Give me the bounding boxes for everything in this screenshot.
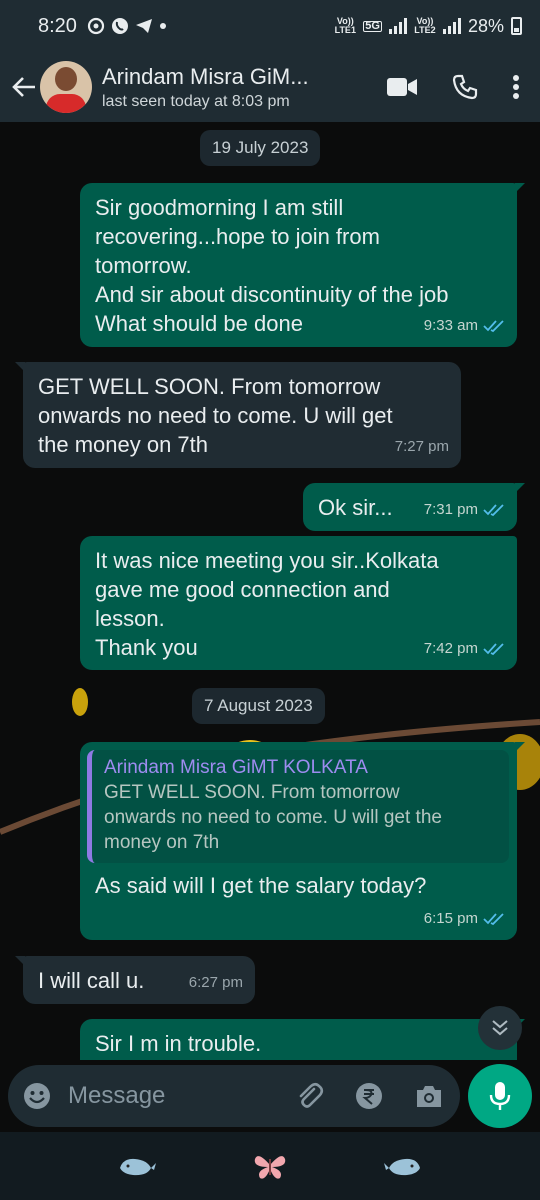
- voice-call-icon[interactable]: [452, 74, 478, 100]
- message-incoming[interactable]: I will call u. 6:27 pm: [15, 956, 255, 1004]
- telegram-icon: [135, 19, 152, 33]
- video-call-icon[interactable]: [386, 76, 418, 98]
- read-receipt-icon: [483, 642, 504, 655]
- message-outgoing[interactable]: Ok sir... 7:31 pm: [303, 483, 525, 531]
- message-incoming[interactable]: GET WELL SOON. From tomorrow onwards no …: [15, 362, 461, 468]
- message-time: 6:15 pm: [423, 910, 478, 927]
- attach-icon[interactable]: [294, 1081, 324, 1111]
- message-outgoing[interactable]: Sir goodmorning I am still recovering...…: [80, 183, 525, 347]
- sim2-label: Vo)) LTE2: [414, 16, 436, 35]
- read-receipt-icon: [483, 503, 504, 516]
- quoted-sender: Arindam Misra GiMT KOLKATA: [104, 757, 368, 778]
- message-outgoing-reply[interactable]: Arindam Misra GiMT KOLKATA GET WELL SOON…: [80, 742, 525, 940]
- message-time: 6:27 pm: [188, 974, 243, 991]
- signal-icon: [388, 18, 407, 34]
- voice-message-button[interactable]: [468, 1064, 532, 1128]
- signal2-icon: [442, 18, 461, 34]
- network-label: 5G: [363, 19, 382, 32]
- message-time: 9:33 am: [423, 317, 478, 334]
- avatar[interactable]: [40, 61, 92, 113]
- butterfly-icon[interactable]: [252, 1151, 288, 1181]
- chat-area[interactable]: 19 July 2023 Sir goodmorning I am still …: [0, 122, 540, 1060]
- contact-name: Arindam Misra GiM...: [102, 63, 309, 89]
- double-chevron-down-icon: [492, 1020, 508, 1036]
- quoted-text: GET WELL SOON. From tomorrow onwards no …: [104, 782, 442, 853]
- chat-header: Arindam Misra GiM... last seen today at …: [0, 52, 540, 122]
- message-outgoing[interactable]: Sir I m in trouble.: [80, 1019, 525, 1060]
- message-input[interactable]: Message: [68, 1082, 294, 1110]
- message-text: As said will I get the salary today?: [95, 873, 427, 898]
- read-receipt-icon: [483, 319, 504, 332]
- date-chip: 19 July 2023: [200, 130, 321, 166]
- quoted-message[interactable]: Arindam Misra GiMT KOLKATA GET WELL SOON…: [87, 750, 509, 863]
- compose-bar: Message: [0, 1060, 540, 1132]
- back-arrow-icon: [12, 77, 35, 97]
- emoji-icon[interactable]: [22, 1081, 52, 1111]
- status-bar: 8:20 Vo)) LTE1 5G Vo)) LTE2 28%: [0, 0, 540, 52]
- contact-info[interactable]: Arindam Misra GiM... last seen today at …: [102, 64, 386, 111]
- message-field[interactable]: Message: [8, 1065, 460, 1127]
- sim1-label: Vo)) LTE1: [334, 16, 356, 35]
- message-outgoing[interactable]: It was nice meeting you sir..Kolkata gav…: [80, 536, 517, 670]
- message-time: 7:27 pm: [394, 438, 449, 455]
- dot-icon: [159, 23, 166, 29]
- more-options-icon[interactable]: [512, 74, 520, 100]
- last-seen: last seen today at 8:03 pm: [102, 92, 290, 110]
- whale-icon[interactable]: [117, 1154, 157, 1178]
- app-notification-icon: [87, 17, 105, 35]
- rupee-payment-icon[interactable]: [354, 1081, 384, 1111]
- back-button[interactable]: [8, 67, 40, 107]
- read-receipt-icon: [483, 912, 504, 925]
- message-text: GET WELL SOON. From tomorrow onwards no …: [38, 374, 393, 457]
- message-time: 7:31 pm: [423, 501, 478, 518]
- microphone-icon: [489, 1082, 511, 1110]
- battery-percent: 28%: [467, 15, 504, 36]
- status-time: 8:20: [38, 14, 77, 37]
- message-text: Sir I m in trouble.: [95, 1031, 262, 1056]
- whale-icon-2[interactable]: [383, 1154, 423, 1178]
- camera-icon[interactable]: [414, 1082, 444, 1110]
- scroll-down-button[interactable]: [478, 1006, 522, 1050]
- whatsapp-icon: [111, 18, 128, 34]
- date-chip: 7 August 2023: [192, 688, 325, 724]
- battery-icon: [511, 17, 522, 35]
- system-nav-bar: [0, 1132, 540, 1200]
- message-time: 7:42 pm: [423, 640, 478, 657]
